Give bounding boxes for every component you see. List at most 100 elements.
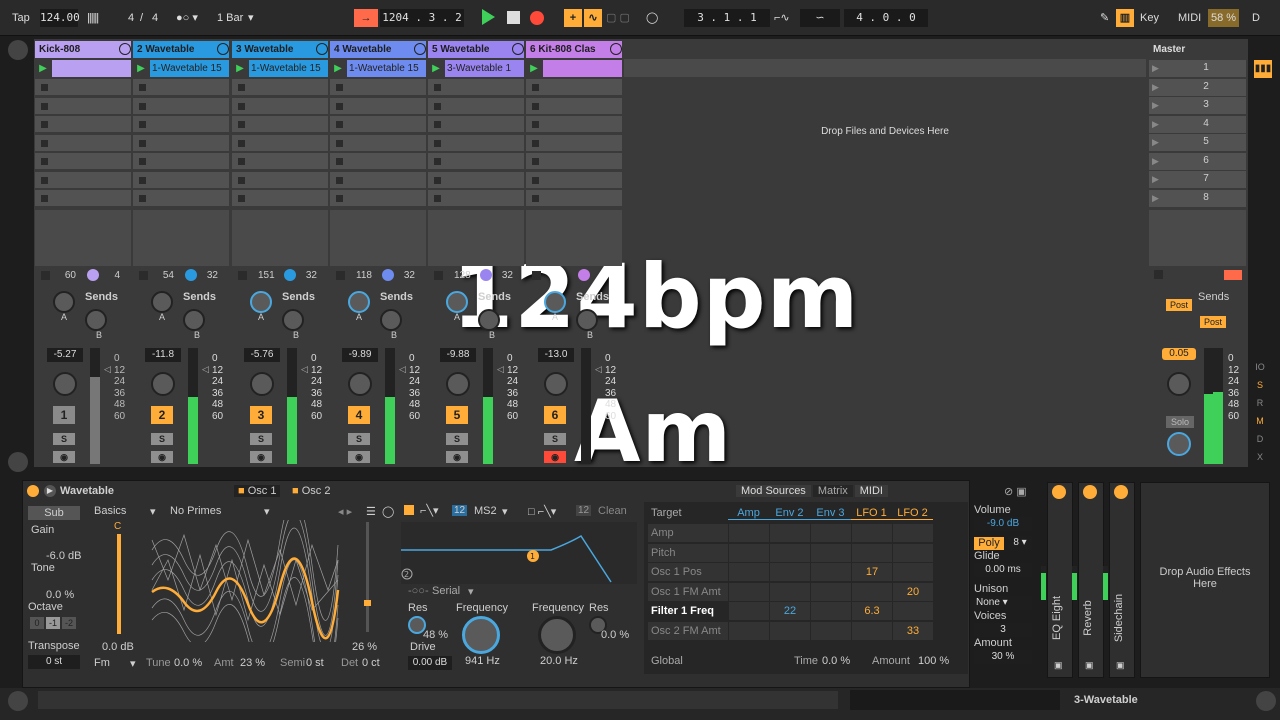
matrix-cell[interactable] bbox=[893, 563, 933, 581]
empty-clip-slot[interactable] bbox=[428, 79, 524, 96]
freq-knob[interactable] bbox=[462, 616, 500, 654]
empty-clip-slot[interactable] bbox=[232, 116, 328, 133]
chevron-down-icon[interactable]: ▾ bbox=[130, 657, 136, 670]
stop-icon[interactable] bbox=[507, 11, 520, 24]
post-button-a[interactable]: Post bbox=[1166, 299, 1192, 311]
unison-select[interactable]: None ▾ bbox=[974, 596, 1032, 610]
solo-button[interactable]: S bbox=[53, 433, 75, 445]
follow-icon[interactable]: ●○ ▾ bbox=[176, 9, 198, 27]
poly-button[interactable]: Poly bbox=[974, 537, 1004, 550]
save-icon[interactable]: ▣ bbox=[1085, 660, 1094, 671]
track-fold-icon[interactable] bbox=[512, 43, 524, 55]
chevron-down-icon[interactable]: ▾ bbox=[264, 505, 270, 518]
session-record-icon[interactable]: ◯ bbox=[646, 9, 658, 27]
matrix-tab[interactable]: MIDI bbox=[854, 485, 888, 497]
empty-clip-slot[interactable] bbox=[428, 97, 524, 115]
empty-clip-slot[interactable] bbox=[35, 116, 131, 133]
automation-icon[interactable]: ∿ bbox=[584, 9, 602, 27]
arm-icon[interactable]: ◉ bbox=[53, 451, 75, 463]
track-header[interactable]: 2 Wavetable bbox=[133, 41, 229, 58]
track-header[interactable]: 4 Wavetable bbox=[330, 41, 426, 58]
position-slider-handle[interactable] bbox=[364, 600, 371, 606]
empty-clip-slot[interactable] bbox=[133, 97, 229, 115]
arm-icon[interactable]: ◉ bbox=[544, 451, 566, 463]
sub-button[interactable]: Sub bbox=[28, 506, 80, 520]
clip-slot[interactable]: 1-Wavetable 15 bbox=[347, 60, 426, 77]
send-a-knob[interactable] bbox=[250, 291, 272, 313]
track-activator-button[interactable]: 6 bbox=[544, 406, 566, 424]
chevron-down-icon[interactable]: ▾ bbox=[248, 9, 254, 27]
send-a-knob[interactable] bbox=[151, 291, 173, 313]
track-pan-knob[interactable] bbox=[151, 372, 175, 396]
master-header[interactable]: Master bbox=[1149, 41, 1246, 58]
track-activator-button[interactable]: 3 bbox=[250, 406, 272, 424]
save-icon[interactable]: ▣ bbox=[1054, 660, 1063, 671]
drive-value[interactable]: 0.00 dB bbox=[408, 656, 452, 670]
empty-clip-slot[interactable] bbox=[35, 79, 131, 96]
empty-clip-slot[interactable] bbox=[133, 153, 229, 170]
detail-toggle-icon[interactable] bbox=[1256, 691, 1276, 711]
matrix-cell[interactable] bbox=[811, 524, 851, 542]
matrix-cell[interactable]: 22 bbox=[770, 602, 810, 620]
empty-clip-slot[interactable] bbox=[330, 116, 426, 133]
prev-next-icon[interactable]: ◂ ▸ bbox=[338, 505, 352, 518]
wavetable-select[interactable]: No Primes bbox=[170, 505, 221, 517]
loop-icon[interactable]: ∽ bbox=[800, 9, 840, 27]
fm-select[interactable]: Fm bbox=[94, 657, 110, 669]
matrix-cell[interactable] bbox=[852, 543, 892, 562]
arm-icon[interactable]: ◉ bbox=[446, 451, 468, 463]
volume-arrow-icon[interactable]: ◁ bbox=[497, 364, 504, 375]
empty-clip-slot[interactable] bbox=[330, 134, 426, 152]
track-fold-icon[interactable] bbox=[119, 43, 131, 55]
matrix-cell[interactable] bbox=[852, 524, 892, 542]
position-value[interactable]: 26 % bbox=[352, 641, 377, 653]
capture-icon[interactable]: ▢ ▢ bbox=[606, 9, 630, 27]
send-b-knob[interactable] bbox=[380, 309, 402, 331]
empty-clip-slot[interactable] bbox=[330, 153, 426, 170]
clip-launch-icon[interactable]: ▶ bbox=[35, 60, 51, 77]
volume-arrow-icon[interactable]: ◁ bbox=[595, 364, 602, 375]
matrix-cell[interactable] bbox=[729, 563, 769, 581]
matrix-cell[interactable] bbox=[729, 621, 769, 640]
master-stop-icon[interactable] bbox=[1154, 270, 1163, 279]
solo-button[interactable]: S bbox=[544, 433, 566, 445]
clip-slot[interactable]: 3-Wavetable 1 bbox=[445, 60, 524, 77]
empty-clip-slot[interactable] bbox=[526, 190, 622, 207]
matrix-source-header[interactable]: LFO 2 bbox=[892, 507, 933, 520]
clip-launch-icon[interactable]: ▶ bbox=[428, 60, 444, 77]
empty-clip-slot[interactable] bbox=[428, 171, 524, 189]
scene-launch-icon[interactable]: ▶ bbox=[1152, 137, 1159, 148]
track-fold-icon[interactable] bbox=[217, 43, 229, 55]
chevron-down-icon[interactable]: ▾ bbox=[468, 585, 474, 598]
scene-launch-icon[interactable]: ▶ bbox=[1152, 156, 1159, 167]
filter2-circuit[interactable]: Clean bbox=[598, 505, 627, 517]
metronome-icon[interactable]: |||||| bbox=[87, 9, 99, 27]
clip-stop-icon[interactable] bbox=[336, 271, 345, 280]
volume-arrow-icon[interactable]: ◁ bbox=[399, 364, 406, 375]
empty-clip-slot[interactable] bbox=[526, 116, 622, 133]
track-fold-icon[interactable] bbox=[610, 43, 622, 55]
matrix-cell[interactable] bbox=[729, 602, 769, 620]
overdub-icon[interactable]: + bbox=[564, 9, 582, 27]
track-activator-button[interactable]: 1 bbox=[53, 406, 75, 424]
empty-clip-slot[interactable] bbox=[133, 79, 229, 96]
wavetable-display[interactable] bbox=[148, 520, 342, 642]
track-fold-icon[interactable] bbox=[316, 43, 328, 55]
empty-clip-slot[interactable] bbox=[330, 79, 426, 96]
matrix-cell[interactable]: 6.3 bbox=[852, 602, 892, 620]
tune-value[interactable]: 0.0 % bbox=[174, 657, 202, 669]
scene-launch-icon[interactable]: ▶ bbox=[1152, 174, 1159, 185]
filter-curve-display[interactable]: 1 2 bbox=[401, 522, 637, 584]
empty-clip-slot[interactable] bbox=[428, 116, 524, 133]
matrix-cell[interactable] bbox=[811, 602, 851, 620]
matrix-cell[interactable] bbox=[852, 621, 892, 640]
play-icon[interactable] bbox=[482, 9, 495, 25]
clip-stop-icon[interactable] bbox=[139, 271, 148, 280]
matrix-target[interactable]: Filter 1 Freq bbox=[648, 602, 728, 620]
empty-clip-slot[interactable] bbox=[35, 134, 131, 152]
amount-value[interactable]: 30 % bbox=[974, 650, 1032, 664]
solo-button[interactable]: S bbox=[348, 433, 370, 445]
clip-launch-icon[interactable]: ▶ bbox=[232, 60, 248, 77]
midi-map-button[interactable]: MIDI bbox=[1178, 9, 1201, 27]
filter-type-icon[interactable]: ⌐╲▾ bbox=[420, 504, 439, 517]
